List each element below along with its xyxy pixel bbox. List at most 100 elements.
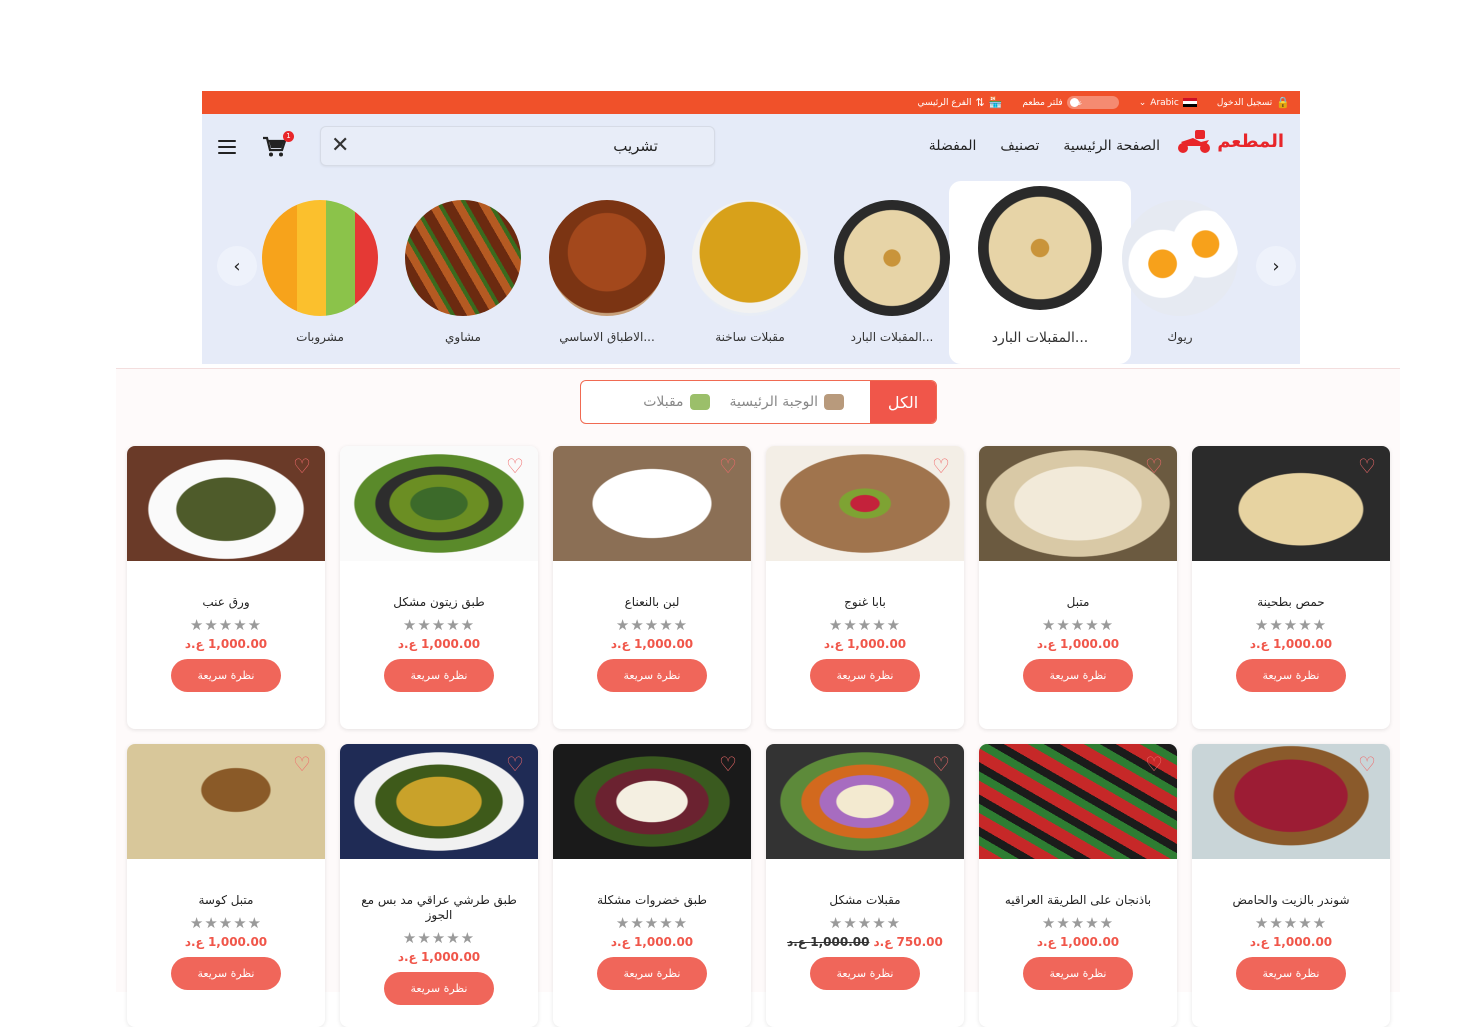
- category-image: [1122, 200, 1238, 316]
- product-image: ♡: [127, 744, 325, 859]
- category-item[interactable]: ريوك: [1122, 200, 1238, 344]
- quick-view-button[interactable]: نظرة سريعة: [384, 659, 494, 692]
- top-bar: 🔒 تسجيل الدخول Arabic ⌄ عن فلتر مطعم 🏪 ⇅…: [202, 91, 1300, 114]
- rating-stars: ★★★★★: [1254, 616, 1328, 634]
- product-price: 1,000.00 ع.د: [823, 637, 907, 651]
- heart-icon[interactable]: ♡: [717, 754, 739, 774]
- category-label: مشروبات: [296, 330, 344, 344]
- language-label: Arabic: [1150, 97, 1179, 108]
- category-label: المقبلات البارد...: [991, 330, 1089, 346]
- rating-stars: ★★★★★: [189, 914, 263, 932]
- heart-icon[interactable]: ♡: [1143, 754, 1165, 774]
- category-label: الاطباق الاساسي...: [559, 330, 655, 344]
- category-item[interactable]: الاطباق الاساسي...: [549, 200, 665, 344]
- product-card[interactable]: ♡ ورق عنب ★★★★★ 1,000.00 ع.د نظرة سريعة: [127, 446, 325, 729]
- quick-view-button[interactable]: نظرة سريعة: [810, 659, 920, 692]
- product-card[interactable]: ♡ مقبلات مشكل ★★★★★ 750.00 ع.د1,000.00 ع…: [766, 744, 964, 1027]
- category-item[interactable]: مشاوي: [405, 200, 521, 344]
- close-icon[interactable]: ✕: [331, 134, 349, 158]
- product-price: 1,000.00 ع.د: [397, 950, 481, 964]
- product-price: 1,000.00 ع.د: [397, 637, 481, 651]
- product-price: 1,000.00 ع.د: [610, 935, 694, 949]
- quick-view-button[interactable]: نظرة سريعة: [1023, 659, 1133, 692]
- filter-toggle[interactable]: عن: [1066, 96, 1119, 109]
- product-card[interactable]: ♡ طبق طرشي عراقي مد بس مع الجوز ★★★★★ 1,…: [340, 744, 538, 1027]
- product-price: 1,000.00 ع.د: [610, 637, 694, 651]
- logo[interactable]: المطعم: [1175, 128, 1284, 154]
- sale-price: 750.00 ع.د: [873, 935, 943, 949]
- heart-icon[interactable]: ♡: [1356, 456, 1378, 476]
- product-image: ♡: [553, 446, 751, 561]
- quick-view-button[interactable]: نظرة سريعة: [1023, 957, 1133, 990]
- product-image: ♡: [340, 744, 538, 859]
- product-card[interactable]: ♡ بابا غنوج ★★★★★ 1,000.00 ع.د نظرة سريع…: [766, 446, 964, 729]
- heart-icon[interactable]: ♡: [504, 456, 526, 476]
- quick-view-button[interactable]: نظرة سريعة: [597, 957, 707, 990]
- category-item[interactable]: المقبلات البارد...: [834, 200, 950, 344]
- toggle-knob: [1069, 98, 1079, 107]
- quick-view-button[interactable]: نظرة سريعة: [384, 972, 494, 1005]
- filter-tabs: الكل الوجبة الرئيسية مقبلات: [580, 380, 937, 424]
- login-link[interactable]: 🔒 تسجيل الدخول: [1217, 96, 1290, 109]
- nav-categories[interactable]: تصنيف: [1000, 138, 1039, 154]
- product-card[interactable]: ♡ متبل كوسة ★★★★★ 1,000.00 ع.د نظرة سريع…: [127, 744, 325, 1027]
- product-card[interactable]: ♡ شوندر بالزيت والحامض ★★★★★ 1,000.00 ع.…: [1192, 744, 1390, 1027]
- nav-favorites[interactable]: المفضلة: [929, 138, 977, 154]
- store-icon: 🏪: [988, 96, 1003, 109]
- tab-starters-label: مقبلات: [643, 394, 684, 410]
- tab-main-meal[interactable]: الوجبة الرئيسية: [710, 394, 870, 410]
- product-card[interactable]: ♡ حمص بطحينة ★★★★★ 1,000.00 ع.د نظرة سري…: [1192, 446, 1390, 729]
- category-item-active[interactable]: المقبلات البارد...: [978, 186, 1102, 346]
- product-name: حمص بطحينة: [1257, 595, 1325, 609]
- product-name: متبل: [1066, 595, 1090, 609]
- tab-starters[interactable]: مقبلات: [643, 394, 710, 410]
- quick-view-button[interactable]: نظرة سريعة: [171, 659, 281, 692]
- heart-icon[interactable]: ♡: [291, 456, 313, 476]
- heart-icon[interactable]: ♡: [1356, 754, 1378, 774]
- search-input[interactable]: تشريب ✕: [320, 126, 715, 166]
- branch-label: الفرع الرئيسي: [917, 97, 972, 108]
- tab-all[interactable]: الكل: [870, 381, 936, 423]
- product-card[interactable]: ♡ طبق زيتون مشكل ★★★★★ 1,000.00 ع.د نظرة…: [340, 446, 538, 729]
- rating-stars: ★★★★★: [615, 914, 689, 932]
- heart-icon[interactable]: ♡: [291, 754, 313, 774]
- heart-icon[interactable]: ♡: [504, 754, 526, 774]
- rating-stars: ★★★★★: [189, 616, 263, 634]
- rating-stars: ★★★★★: [1254, 914, 1328, 932]
- quick-view-button[interactable]: نظرة سريعة: [810, 957, 920, 990]
- quick-view-button[interactable]: نظرة سريعة: [1236, 957, 1346, 990]
- category-label: مشاوي: [445, 330, 481, 344]
- hamburger-menu-icon[interactable]: [218, 140, 236, 154]
- flag-icon: [1182, 98, 1197, 107]
- quick-view-button[interactable]: نظرة سريعة: [1236, 659, 1346, 692]
- category-label: ريوك: [1167, 330, 1193, 344]
- product-card[interactable]: ♡ باذنجان على الطريقة العراقيه ★★★★★ 1,0…: [979, 744, 1177, 1027]
- heart-icon[interactable]: ♡: [717, 456, 739, 476]
- product-card[interactable]: ♡ لبن بالنعناع ★★★★★ 1,000.00 ع.د نظرة س…: [553, 446, 751, 729]
- quick-view-button[interactable]: نظرة سريعة: [597, 659, 707, 692]
- sort-icon: ⇅: [975, 96, 985, 109]
- cart-button[interactable]: 1: [262, 131, 294, 158]
- category-image: [834, 200, 950, 316]
- rating-stars: ★★★★★: [615, 616, 689, 634]
- product-card[interactable]: ♡ متبل ★★★★★ 1,000.00 ع.د نظرة سريعة: [979, 446, 1177, 729]
- chevron-right-icon: ›: [1272, 255, 1280, 277]
- cart-count-badge: 1: [283, 131, 294, 142]
- carousel-next-button[interactable]: ›: [1256, 246, 1296, 286]
- tab-main-meal-label: الوجبة الرئيسية: [729, 394, 818, 410]
- carousel-prev-button[interactable]: ‹: [217, 246, 257, 286]
- product-card[interactable]: ♡ طبق خضروات مشكلة ★★★★★ 1,000.00 ع.د نظ…: [553, 744, 751, 1027]
- category-item[interactable]: مقبلات ساخنة: [692, 200, 808, 344]
- heart-icon[interactable]: ♡: [930, 456, 952, 476]
- heart-icon[interactable]: ♡: [1143, 456, 1165, 476]
- products-section: الكل الوجبة الرئيسية مقبلات ♡ حمص بطحينة…: [116, 368, 1400, 1027]
- product-price: 1,000.00 ع.د: [1249, 637, 1333, 651]
- product-image: ♡: [1192, 446, 1390, 561]
- heart-icon[interactable]: ♡: [930, 754, 952, 774]
- product-name: طبق طرشي عراقي مد بس مع الجوز: [361, 893, 517, 922]
- language-select[interactable]: Arabic ⌄: [1139, 98, 1197, 108]
- category-item[interactable]: مشروبات: [262, 200, 378, 344]
- nav-home[interactable]: الصفحة الرئيسية: [1063, 138, 1160, 154]
- branch-select[interactable]: 🏪 ⇅ الفرع الرئيسي: [918, 96, 1003, 109]
- quick-view-button[interactable]: نظرة سريعة: [171, 957, 281, 990]
